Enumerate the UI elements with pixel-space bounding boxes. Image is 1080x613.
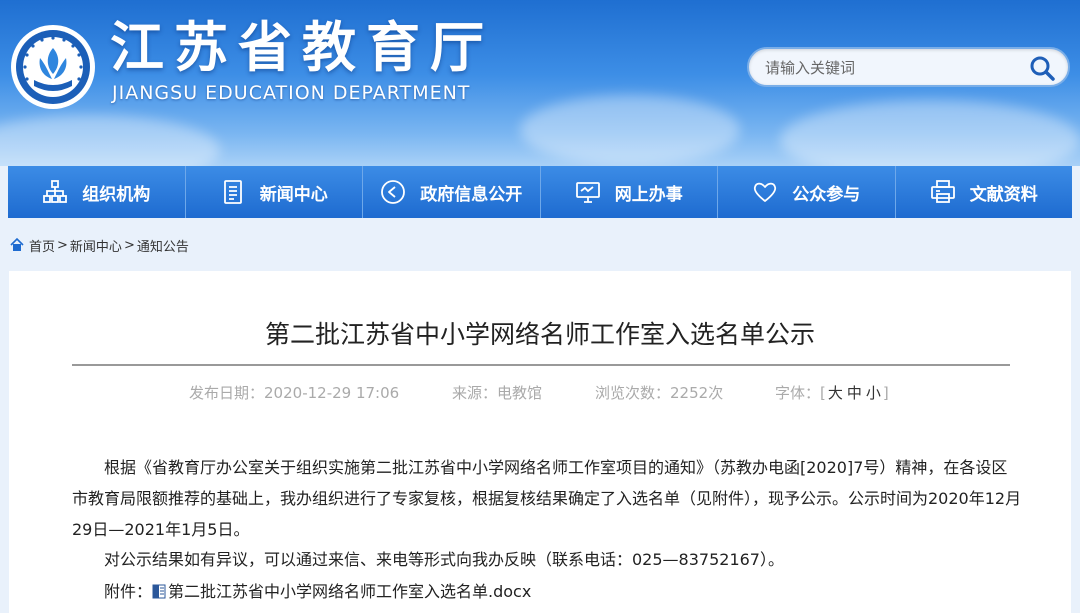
word-document-icon <box>152 584 166 599</box>
breadcrumb: 首页 > 新闻中心 > 通知公告 <box>9 236 189 255</box>
nav-label: 组织机构 <box>82 184 151 205</box>
breadcrumb-home[interactable]: 首页 <box>29 236 55 255</box>
nav-item-online-services[interactable]: 网上办事 <box>540 166 718 218</box>
font-small-button[interactable]: 小 <box>866 384 881 402</box>
education-department-logo[interactable] <box>10 24 96 110</box>
play-circle-icon <box>380 179 406 205</box>
article-container: 第二批江苏省中小学网络名师工作室入选名单公示 发布日期：2020-12-29 1… <box>9 271 1071 613</box>
title-divider <box>72 364 1010 366</box>
article-title: 第二批江苏省中小学网络名师工作室入选名单公示 <box>264 320 815 349</box>
search-input[interactable] <box>765 57 1015 79</box>
nav-item-literature[interactable]: 文献资料 <box>895 166 1072 218</box>
site-title: 江苏省教育厅 <box>110 16 494 79</box>
nav-label: 新闻中心 <box>259 184 328 205</box>
nav-label: 文献资料 <box>969 184 1038 205</box>
nav-label: 政府信息公开 <box>420 184 523 205</box>
breadcrumb-separator: > <box>123 237 135 253</box>
nav-label: 网上办事 <box>614 184 683 205</box>
article-paragraph: 对公示结果如有异议，可以通过来信、来电等形式向我办反映（联系电话：025—837… <box>104 550 784 569</box>
view-count: 浏览次数：2252次 <box>595 384 724 402</box>
font-size-control: 字体：[大中小] <box>775 384 889 402</box>
site-header: 江苏省教育厅 JIANGSU EDUCATION DEPARTMENT <box>0 0 1080 166</box>
nav-item-organization[interactable]: 组织机构 <box>8 166 186 218</box>
font-large-button[interactable]: 大 <box>828 384 843 402</box>
attachment-label: 附件： <box>104 582 153 601</box>
breadcrumb-news-center[interactable]: 新闻中心 <box>70 236 122 255</box>
document-icon <box>220 179 246 205</box>
printer-icon <box>930 179 956 205</box>
home-icon <box>10 237 24 251</box>
search-box <box>747 47 1070 87</box>
nav-item-government-info[interactable]: 政府信息公开 <box>363 166 541 218</box>
article-meta: 发布日期：2020-12-29 17:06 来源：电教馆 浏览次数：2252次 … <box>9 380 1080 404</box>
font-medium-button[interactable]: 中 <box>847 384 862 402</box>
monitor-icon <box>575 179 601 205</box>
header-cloud <box>780 100 1080 166</box>
attachment-line: 附件： 第二批江苏省中小学网络名师工作室入选名单.docx <box>72 576 1022 607</box>
header-cloud <box>0 115 220 166</box>
attachment-link[interactable]: 第二批江苏省中小学网络名师工作室入选名单.docx <box>168 582 531 601</box>
search-icon[interactable] <box>1028 54 1056 82</box>
nav-label: 公众参与 <box>792 184 861 205</box>
header-cloud <box>520 95 740 165</box>
nav-item-news[interactable]: 新闻中心 <box>185 166 363 218</box>
article-paragraph: 根据《省教育厅办公室关于组织实施第二批江苏省中小学网络名师工作室项目的通知》（苏… <box>72 458 1022 539</box>
breadcrumb-separator: > <box>57 237 68 253</box>
publish-date: 发布日期：2020-12-29 17:06 <box>189 384 400 402</box>
heart-icon <box>752 179 778 205</box>
breadcrumb-notices[interactable]: 通知公告 <box>137 236 189 255</box>
site-subtitle: JIANGSU EDUCATION DEPARTMENT <box>112 82 471 104</box>
nav-item-public-participation[interactable]: 公众参与 <box>718 166 896 218</box>
org-chart-icon <box>42 179 68 205</box>
main-nav: 组织机构 新闻中心 政府信息公开 网上办事 公众参与 文献资料 <box>8 166 1072 218</box>
article-source: 来源：电教馆 <box>452 384 543 402</box>
